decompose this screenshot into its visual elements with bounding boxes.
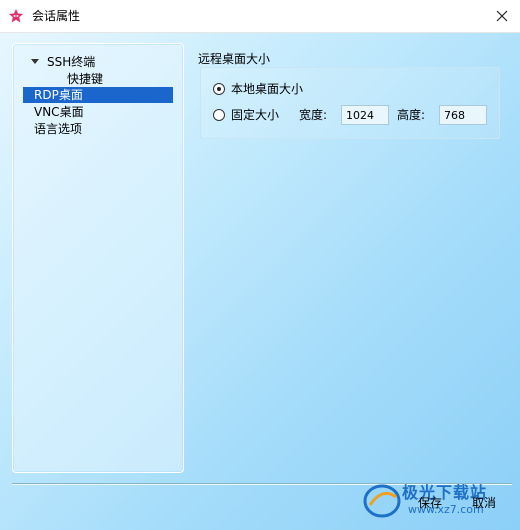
height-input[interactable] xyxy=(439,105,487,125)
title-bar: 会话属性 xyxy=(0,0,520,33)
app-logo-icon xyxy=(9,9,23,23)
width-input[interactable] xyxy=(341,105,389,125)
settings-tree: SSH终端 快捷键 RDP桌面 VNC桌面 语言选项 xyxy=(12,43,184,473)
tree-item-rdp[interactable]: RDP桌面 xyxy=(23,87,173,103)
watermark-icon xyxy=(363,484,401,518)
dialog-content: SSH终端 快捷键 RDP桌面 VNC桌面 语言选项 远程桌面大小 本地桌面大小… xyxy=(0,33,520,530)
width-label: 宽度: xyxy=(299,108,328,122)
local-size-label[interactable]: 本地桌面大小 xyxy=(231,82,303,96)
window-title: 会话属性 xyxy=(32,9,81,23)
cancel-button[interactable]: 取消 xyxy=(472,495,496,511)
remote-desktop-size-label: 远程桌面大小 xyxy=(198,52,271,66)
fixed-size-radio[interactable] xyxy=(213,109,225,121)
tree-item-ssh[interactable]: SSH终端 xyxy=(23,54,95,70)
close-icon xyxy=(496,10,508,22)
tree-item-language[interactable]: 语言选项 xyxy=(23,121,82,137)
height-label: 高度: xyxy=(397,108,426,122)
tree-item-shortcuts[interactable]: 快捷键 xyxy=(43,71,103,87)
bottom-divider xyxy=(12,483,512,485)
close-button[interactable] xyxy=(490,4,514,28)
tree-item-vnc[interactable]: VNC桌面 xyxy=(23,104,84,120)
save-button[interactable]: 保存 xyxy=(418,495,442,511)
local-size-radio[interactable] xyxy=(213,83,225,95)
expand-arrow-icon[interactable] xyxy=(31,59,39,64)
remote-desktop-size-group: 本地桌面大小 固定大小 宽度: 高度: xyxy=(200,67,500,139)
fixed-size-label[interactable]: 固定大小 xyxy=(231,108,279,122)
